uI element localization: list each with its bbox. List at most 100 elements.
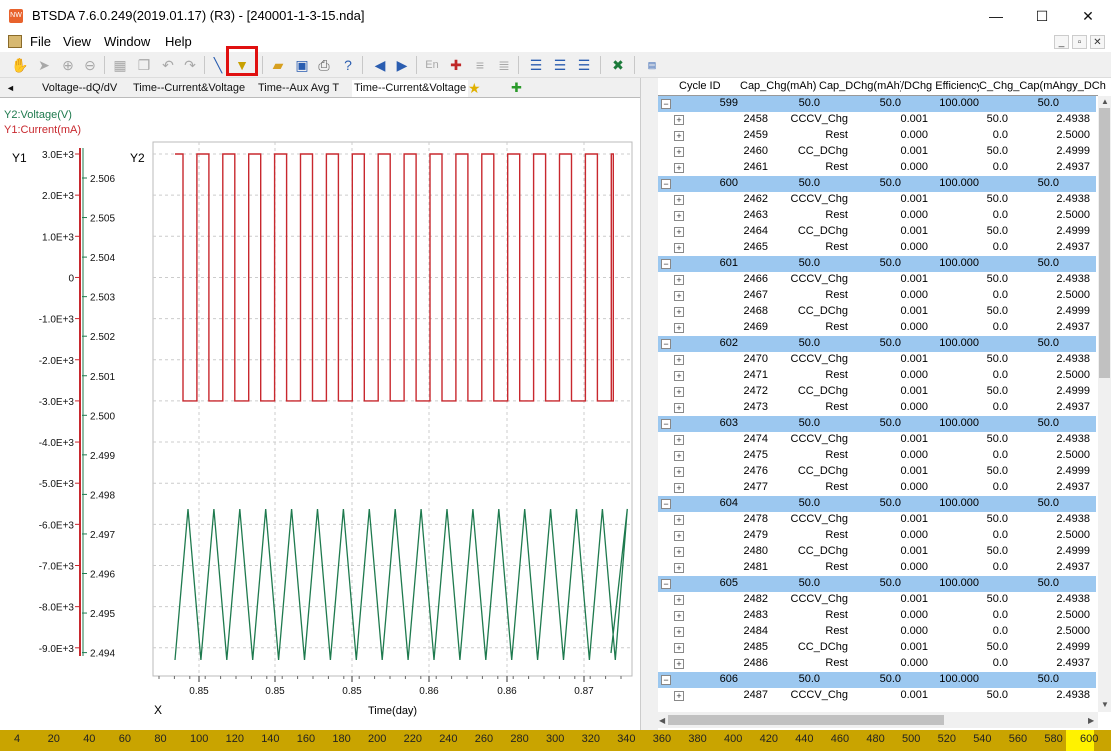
column-header-cap-dchg[interactable]: Cap_DChg(mAh): [819, 80, 901, 92]
expand-icon[interactable]: +: [674, 131, 684, 141]
step-row[interactable]: +2486 Rest 0.000 0.0 2.4937: [658, 656, 1096, 672]
step-row[interactable]: +2470 CCCV_Chg 0.001 50.0 2.4938: [658, 352, 1096, 368]
add-tab-icon[interactable]: ✚: [509, 80, 524, 97]
horizontal-scrollbar[interactable]: ◀ ▶: [658, 712, 1098, 728]
expand-icon[interactable]: +: [674, 611, 684, 621]
step-row[interactable]: +2461 Rest 0.000 0.0 2.4937: [658, 160, 1096, 176]
align-icon[interactable]: ≡: [470, 55, 490, 75]
pointer-icon[interactable]: ➤: [34, 55, 54, 75]
cycle-row[interactable]: − 603 50.0 50.0 100.000 50.0: [658, 416, 1096, 432]
table-icon[interactable]: ▦: [110, 55, 130, 75]
export-icon[interactable]: ▤: [642, 55, 662, 75]
cycle-ruler[interactable]: 4 20 40 60 80 100 120 140 160 180 200 220 240 260 280 3…: [0, 730, 1111, 751]
maximize-button[interactable]: ☐: [1019, 0, 1065, 32]
expand-icon[interactable]: +: [674, 435, 684, 445]
step-row[interactable]: +2458 CCCV_Chg 0.001 50.0 2.4938: [658, 112, 1096, 128]
expand-icon[interactable]: +: [674, 355, 684, 365]
column-header-c-chg-cap[interactable]: C_Chg_Cap(mAh): [979, 80, 1061, 92]
step-row[interactable]: +2480 CC_DChg 0.001 50.0 2.4999: [658, 544, 1096, 560]
mdi-minimize-button[interactable]: _: [1054, 35, 1069, 49]
grid3-icon[interactable]: ☰: [574, 55, 594, 75]
step-row[interactable]: +2472 CC_DChg 0.001 50.0 2.4999: [658, 384, 1096, 400]
expand-icon[interactable]: +: [674, 643, 684, 653]
expand-icon[interactable]: +: [674, 691, 684, 701]
expand-icon[interactable]: +: [674, 163, 684, 173]
en-icon[interactable]: En: [422, 55, 442, 75]
collapse-icon[interactable]: −: [661, 99, 671, 109]
step-row[interactable]: +2481 Rest 0.000 0.0 2.4937: [658, 560, 1096, 576]
undo-icon[interactable]: ↶: [158, 55, 178, 75]
vertical-scrollbar[interactable]: ▲ ▼: [1098, 96, 1111, 712]
collapse-icon[interactable]: −: [661, 579, 671, 589]
zoom-icon[interactable]: ⊕: [58, 55, 78, 75]
pin-icon[interactable]: ✚: [446, 55, 466, 75]
collapse-icon[interactable]: −: [661, 179, 671, 189]
step-row[interactable]: +2479 Rest 0.000 0.0 2.5000: [658, 528, 1096, 544]
expand-icon[interactable]: +: [674, 483, 684, 493]
step-row[interactable]: +2478 CCCV_Chg 0.001 50.0 2.4938: [658, 512, 1096, 528]
step-row[interactable]: +2473 Rest 0.000 0.0 2.4937: [658, 400, 1096, 416]
expand-icon[interactable]: +: [674, 387, 684, 397]
step-row[interactable]: +2483 Rest 0.000 0.0 2.5000: [658, 608, 1096, 624]
redo-icon[interactable]: ↷: [180, 55, 200, 75]
step-row[interactable]: +2487 CCCV_Chg 0.001 50.0 2.4938: [658, 688, 1096, 704]
cycle-row[interactable]: − 605 50.0 50.0 100.000 50.0: [658, 576, 1096, 592]
cycle-row[interactable]: − 601 50.0 50.0 100.000 50.0: [658, 256, 1096, 272]
grid1-icon[interactable]: ☰: [526, 55, 546, 75]
copy-icon[interactable]: ❐: [134, 55, 154, 75]
open-icon[interactable]: ▰: [268, 55, 288, 75]
step-row[interactable]: +2477 Rest 0.000 0.0 2.4937: [658, 480, 1096, 496]
help-icon[interactable]: ?: [338, 55, 358, 75]
expand-icon[interactable]: +: [674, 403, 684, 413]
step-row[interactable]: +2466 CCCV_Chg 0.001 50.0 2.4938: [658, 272, 1096, 288]
step-row[interactable]: +2471 Rest 0.000 0.0 2.5000: [658, 368, 1096, 384]
expand-icon[interactable]: +: [674, 659, 684, 669]
line-icon[interactable]: ╲: [208, 55, 228, 75]
step-row[interactable]: +2463 Rest 0.000 0.0 2.5000: [658, 208, 1096, 224]
tab-time-current-voltage-2[interactable]: Time--Current&Voltage: [352, 80, 469, 97]
cycle-row[interactable]: − 600 50.0 50.0 100.000 50.0: [658, 176, 1096, 192]
expand-icon[interactable]: +: [674, 227, 684, 237]
print-icon[interactable]: ⎙: [314, 55, 334, 75]
hand-icon[interactable]: ✋: [10, 55, 30, 75]
compress-icon[interactable]: ≣: [494, 55, 514, 75]
expand-icon[interactable]: +: [674, 515, 684, 525]
cycle-row[interactable]: − 599 50.0 50.0 100.000 50.0: [658, 96, 1096, 112]
expand-icon[interactable]: +: [674, 531, 684, 541]
step-row[interactable]: +2462 CCCV_Chg 0.001 50.0 2.4938: [658, 192, 1096, 208]
panel-splitter[interactable]: [640, 78, 658, 730]
expand-icon[interactable]: +: [674, 147, 684, 157]
expand-icon[interactable]: +: [674, 115, 684, 125]
expand-icon[interactable]: +: [674, 467, 684, 477]
expand-icon[interactable]: +: [674, 627, 684, 637]
grid2-icon[interactable]: ☰: [550, 55, 570, 75]
collapse-icon[interactable]: −: [661, 339, 671, 349]
step-row[interactable]: +2464 CC_DChg 0.001 50.0 2.4999: [658, 224, 1096, 240]
step-row[interactable]: +2469 Rest 0.000 0.0 2.4937: [658, 320, 1096, 336]
expand-icon[interactable]: +: [674, 547, 684, 557]
cycle-row[interactable]: − 604 50.0 50.0 100.000 50.0: [658, 496, 1096, 512]
mdi-restore-button[interactable]: ▫: [1072, 35, 1087, 49]
expand-icon[interactable]: +: [674, 595, 684, 605]
expand-icon[interactable]: +: [674, 195, 684, 205]
step-row[interactable]: +2467 Rest 0.000 0.0 2.5000: [658, 288, 1096, 304]
tab-time-current-voltage-1[interactable]: Time--Current&Voltage: [131, 80, 247, 97]
magnify-icon[interactable]: ⊖: [80, 55, 100, 75]
expand-icon[interactable]: +: [674, 451, 684, 461]
column-header-cycle-id[interactable]: Cycle ID: [679, 80, 739, 92]
menu-window[interactable]: Window: [104, 34, 150, 49]
tab-time-aux-avg-t[interactable]: Time--Aux Avg T: [256, 80, 341, 97]
mdi-close-button[interactable]: ✕: [1090, 35, 1105, 49]
expand-icon[interactable]: +: [674, 275, 684, 285]
step-row[interactable]: +2476 CC_DChg 0.001 50.0 2.4999: [658, 464, 1096, 480]
expand-icon[interactable]: +: [674, 323, 684, 333]
minimize-button[interactable]: —: [973, 0, 1019, 32]
expand-icon[interactable]: +: [674, 563, 684, 573]
chart[interactable]: Y2:Voltage(V) Y1:Current(mA) Y1 Y2 X Tim…: [0, 98, 640, 730]
expand-icon[interactable]: +: [674, 243, 684, 253]
expand-icon[interactable]: +: [674, 211, 684, 221]
step-row[interactable]: +2468 CC_DChg 0.001 50.0 2.4999: [658, 304, 1096, 320]
tab-voltage-dqdv[interactable]: Voltage--dQ/dV: [40, 80, 119, 97]
step-row[interactable]: +2460 CC_DChg 0.001 50.0 2.4999: [658, 144, 1096, 160]
step-row[interactable]: +2482 CCCV_Chg 0.001 50.0 2.4938: [658, 592, 1096, 608]
